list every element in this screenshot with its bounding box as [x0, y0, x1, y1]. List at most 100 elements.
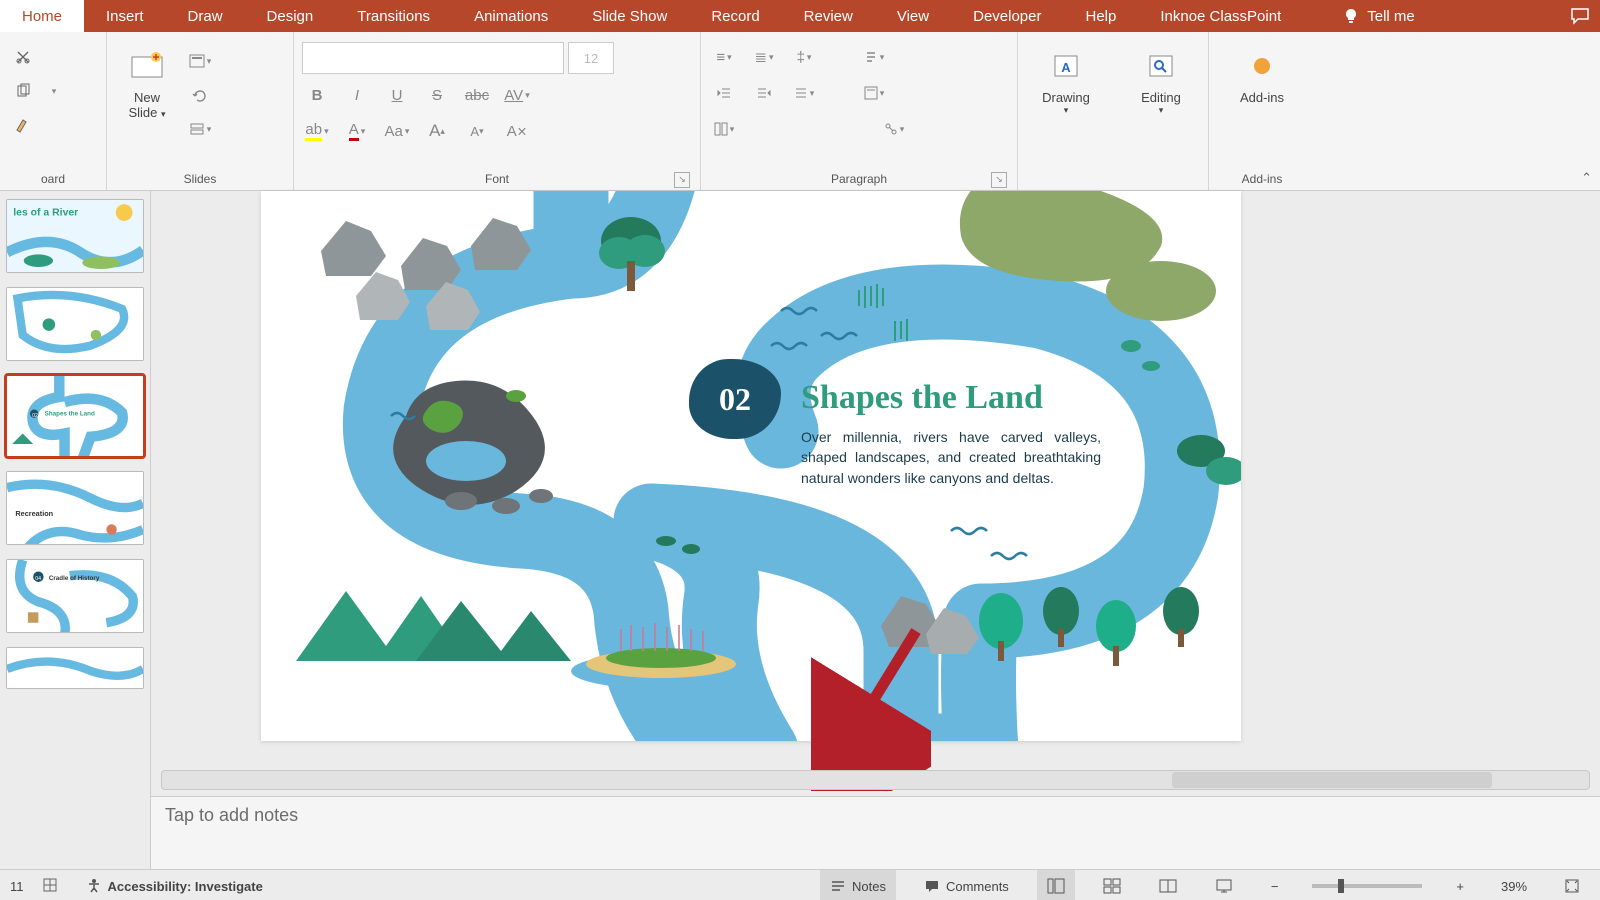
slide-thumbnails-panel: les of a River 02 Shapes the Land	[0, 191, 151, 869]
zoom-out-button[interactable]: −	[1261, 870, 1289, 900]
zoom-label[interactable]: 39%	[1492, 879, 1536, 894]
slide-canvas[interactable]: 02 Shapes the Land Over millennia, river…	[261, 191, 1241, 741]
slide-canvas-wrap: 02 Shapes the Land Over millennia, river…	[151, 191, 1600, 796]
text-direction-button[interactable]: ▾	[859, 42, 889, 72]
slide-number-label: 11	[10, 879, 24, 894]
align-button[interactable]: ▾	[789, 78, 819, 108]
tab-insert[interactable]: Insert	[84, 0, 166, 32]
tab-view[interactable]: View	[875, 0, 951, 32]
addins-icon	[1230, 46, 1294, 86]
group-slides: New Slide ▾ ▾ ▾ Slides	[107, 32, 294, 190]
format-painter-button[interactable]	[8, 110, 38, 140]
drawing-label: Drawing	[1034, 90, 1098, 105]
slides-group-label: Slides	[115, 170, 285, 190]
group-clipboard: ▾ oard	[0, 32, 107, 190]
reset-button[interactable]	[185, 80, 215, 110]
section-button[interactable]: ▾	[185, 114, 215, 144]
highlight-button[interactable]: ab▾	[302, 116, 332, 146]
tab-record[interactable]: Record	[689, 0, 781, 32]
notes-pane[interactable]: Tap to add notes	[151, 796, 1600, 869]
increase-indent-button[interactable]	[749, 78, 779, 108]
italic-button[interactable]: I	[342, 80, 372, 110]
group-font: 12 B I U S abc AV▾ ab▾ A▾ Aa▾ A▴ A▾ A✕ F…	[294, 32, 701, 190]
zoom-slider-handle[interactable]	[1338, 879, 1344, 893]
tab-draw[interactable]: Draw	[166, 0, 245, 32]
comments-toggle-button[interactable]: Comments	[914, 870, 1019, 900]
scrollbar-thumb[interactable]	[1172, 772, 1492, 788]
lightbulb-icon	[1343, 8, 1359, 24]
tab-design[interactable]: Design	[245, 0, 336, 32]
tab-help[interactable]: Help	[1063, 0, 1138, 32]
view-reading-button[interactable]	[1149, 870, 1187, 900]
fit-to-window-button[interactable]	[1554, 870, 1590, 900]
copy-dropdown[interactable]: ▾	[38, 76, 68, 106]
editing-label: Editing	[1129, 90, 1193, 105]
strike-button[interactable]: S	[422, 80, 452, 110]
horizontal-scrollbar[interactable]	[161, 770, 1590, 790]
shrink-font-button[interactable]: A▾	[462, 116, 492, 146]
language-icon[interactable]	[42, 877, 58, 896]
paragraph-group-label: Paragraph	[831, 172, 887, 186]
font-name-combo[interactable]	[302, 42, 564, 74]
numbering-button[interactable]: ≣▾	[749, 42, 779, 72]
paragraph-dialog-launcher[interactable]: ↘	[991, 172, 1007, 188]
status-bar: 11 Accessibility: Investigate Notes Comm…	[0, 869, 1600, 900]
font-color-button[interactable]: A▾	[342, 116, 372, 146]
addins-label: Add-ins	[1230, 90, 1294, 105]
bullets-button[interactable]: ≡▾	[709, 42, 739, 72]
font-size-combo[interactable]: 12	[568, 42, 614, 74]
cut-button[interactable]	[8, 42, 38, 72]
editing-button[interactable]: Editing ▾	[1129, 42, 1193, 116]
tab-transitions[interactable]: Transitions	[335, 0, 452, 32]
decrease-indent-button[interactable]	[709, 78, 739, 108]
clear-formatting-button[interactable]: A✕	[502, 116, 532, 146]
tab-classpoint[interactable]: Inknoe ClassPoint	[1138, 0, 1303, 32]
char-spacing-button[interactable]: AV▾	[502, 80, 532, 110]
view-normal-button[interactable]	[1037, 870, 1075, 900]
accessibility-button[interactable]: Accessibility: Investigate	[76, 870, 273, 900]
svg-text:02: 02	[32, 413, 38, 419]
tab-review[interactable]: Review	[782, 0, 875, 32]
thumbnail-slide-4[interactable]: Recreation	[6, 471, 144, 545]
shadow-button[interactable]: abc	[462, 80, 492, 110]
header-comment-icon[interactable]	[1560, 0, 1600, 32]
thumbnail-slide-2[interactable]	[6, 287, 144, 361]
clipboard-group-label: oard	[8, 170, 98, 190]
ribbon-tabs: Home Insert Draw Design Transitions Anim…	[0, 0, 1600, 32]
columns-button[interactable]: ▾	[709, 114, 739, 144]
font-dialog-launcher[interactable]: ↘	[674, 172, 690, 188]
smartart-button[interactable]: ▾	[879, 114, 909, 144]
line-spacing-button[interactable]: ‡▾	[789, 42, 819, 72]
thumbnail-slide-1[interactable]: les of a River	[6, 199, 144, 273]
thumbnail-slide-3[interactable]: 02 Shapes the Land	[6, 375, 144, 457]
tell-me-search[interactable]: Tell me	[1333, 0, 1425, 32]
ribbon-body: ▾ oard New Slide ▾ ▾ ▾ Slides	[0, 32, 1600, 191]
thumbnail-slide-6[interactable]	[6, 647, 144, 689]
tab-animations[interactable]: Animations	[452, 0, 570, 32]
ribbon-collapse-button[interactable]: ⌃	[1581, 170, 1592, 186]
tab-developer[interactable]: Developer	[951, 0, 1063, 32]
addins-button[interactable]: Add-ins	[1230, 42, 1294, 105]
svg-text:A: A	[1061, 60, 1071, 75]
tab-home[interactable]: Home	[0, 0, 84, 32]
view-slideshow-button[interactable]	[1205, 870, 1243, 900]
drawing-button[interactable]: A Drawing ▾	[1034, 42, 1098, 116]
zoom-slider[interactable]	[1312, 884, 1422, 888]
zoom-in-button[interactable]: +	[1446, 870, 1474, 900]
slide-body-text[interactable]: Over millennia, rivers have carved valle…	[801, 427, 1101, 488]
align-text-button[interactable]: ▾	[859, 78, 889, 108]
bold-button[interactable]: B	[302, 80, 332, 110]
slide-title[interactable]: Shapes the Land	[801, 379, 1043, 417]
notes-toggle-label: Notes	[852, 879, 886, 894]
thumbnail-slide-5[interactable]: 04 Cradle of History	[6, 559, 144, 633]
copy-button[interactable]	[8, 76, 38, 106]
tab-slide-show[interactable]: Slide Show	[570, 0, 689, 32]
notes-toggle-button[interactable]: Notes	[820, 870, 896, 900]
underline-button[interactable]: U	[382, 80, 412, 110]
new-slide-button[interactable]: New Slide ▾	[115, 42, 179, 120]
view-sorter-button[interactable]	[1093, 870, 1131, 900]
grow-font-button[interactable]: A▴	[422, 116, 452, 146]
change-case-button[interactable]: Aa▾	[382, 116, 412, 146]
group-addins: Add-ins Add-ins	[1209, 32, 1315, 190]
layout-button[interactable]: ▾	[185, 46, 215, 76]
